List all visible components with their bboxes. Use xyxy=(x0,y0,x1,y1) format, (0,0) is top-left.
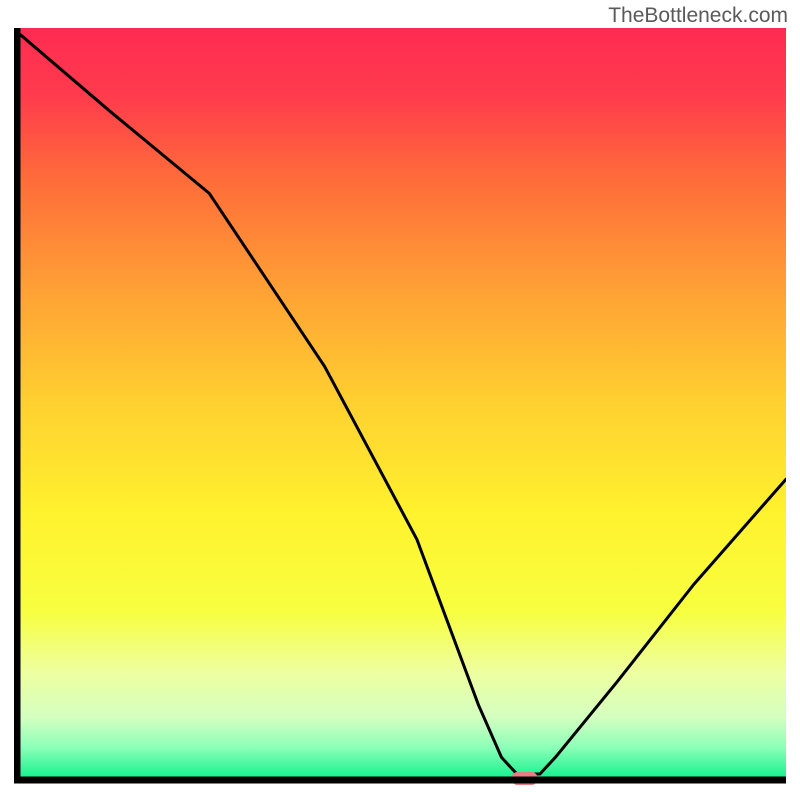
chart-plot-area xyxy=(14,28,786,786)
chart-svg xyxy=(14,28,786,786)
watermark-text: TheBottleneck.com xyxy=(608,4,788,28)
chart-background xyxy=(20,28,786,777)
